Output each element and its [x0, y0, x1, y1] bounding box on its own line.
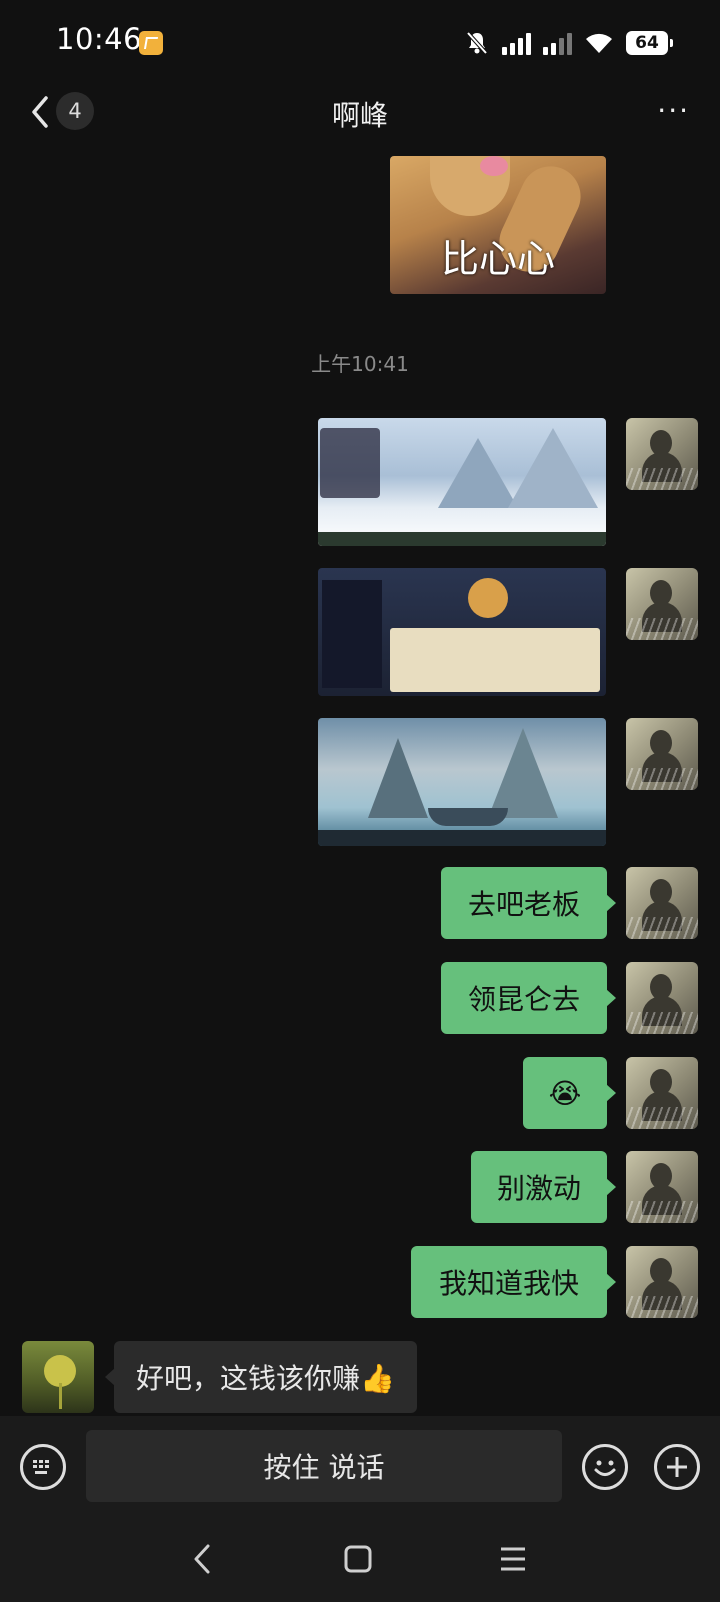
bottom-bar-shape	[318, 532, 606, 546]
nav-menu-icon[interactable]	[498, 1544, 528, 1574]
nav-home-icon[interactable]	[343, 1544, 373, 1574]
mountain-shape	[488, 728, 558, 818]
outgoing-message[interactable]: 😭	[523, 1057, 616, 1129]
battery-icon: 64	[626, 31, 673, 55]
chat-header: 4 啊峰 ···	[0, 86, 720, 138]
menu-panel-shape	[322, 580, 382, 688]
my-avatar[interactable]	[626, 418, 698, 490]
chat-title: 啊峰	[331, 99, 388, 132]
my-avatar[interactable]	[626, 1151, 698, 1223]
game-screenshot-2[interactable]	[318, 568, 606, 696]
keyboard-toggle-icon[interactable]	[20, 1444, 66, 1490]
hold-to-talk-button[interactable]: 按住 说话	[86, 1430, 562, 1502]
outgoing-message[interactable]: 领昆仑去	[441, 962, 616, 1034]
bottom-bar-shape	[318, 830, 606, 846]
wifi-icon	[586, 33, 612, 53]
status-icons: 64	[464, 27, 673, 59]
status-bar: 10:46 64	[0, 0, 720, 86]
heart-shape	[480, 156, 508, 176]
signal-sim1-icon	[502, 31, 531, 55]
outgoing-message[interactable]: 别激动	[471, 1151, 616, 1223]
mountain-shape	[508, 428, 598, 508]
bell-muted-icon	[466, 31, 488, 55]
input-bar: 按住 说话	[0, 1416, 720, 1518]
contact-avatar[interactable]	[22, 1341, 94, 1413]
emoji-icon[interactable]	[582, 1444, 628, 1490]
boat-shape	[428, 808, 508, 826]
my-avatar[interactable]	[626, 718, 698, 790]
message-timestamp: 上午10:41	[311, 352, 409, 376]
game-screenshot-1[interactable]	[318, 418, 606, 546]
team-panel-shape	[320, 428, 380, 498]
my-avatar[interactable]	[626, 568, 698, 640]
mountain-shape	[368, 738, 428, 818]
my-avatar[interactable]	[626, 1246, 698, 1318]
podium-shape	[468, 578, 508, 618]
my-avatar[interactable]	[626, 962, 698, 1034]
more-options-icon[interactable]: ···	[657, 94, 690, 127]
outgoing-message[interactable]: 我知道我快	[411, 1246, 616, 1318]
mountain-shape	[438, 438, 518, 508]
my-avatar[interactable]	[626, 1057, 698, 1129]
sticker-image[interactable]: 比心心	[390, 156, 606, 294]
ranking-list-shape	[390, 628, 600, 692]
system-nav-bar	[0, 1518, 720, 1602]
outgoing-message[interactable]: 去吧老板	[441, 867, 616, 939]
my-avatar[interactable]	[626, 867, 698, 939]
game-screenshot-3[interactable]	[318, 718, 606, 846]
clover-stem-shape	[59, 1383, 62, 1409]
add-more-icon[interactable]	[654, 1444, 700, 1490]
nav-back-icon[interactable]	[188, 1542, 218, 1576]
incoming-message[interactable]: 好吧，这钱该你赚👍	[105, 1341, 417, 1413]
signal-sim2-icon	[543, 31, 572, 55]
sticker-caption: 比心心	[440, 237, 555, 281]
status-time: 10:46	[56, 22, 143, 56]
notes-app-icon	[139, 31, 163, 55]
